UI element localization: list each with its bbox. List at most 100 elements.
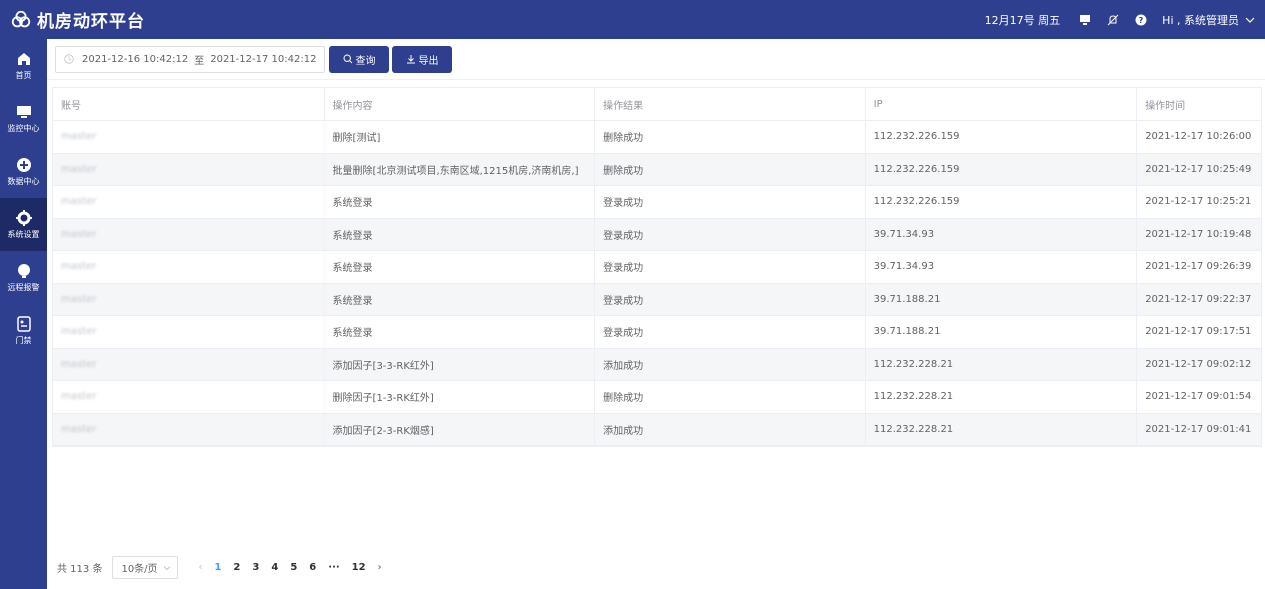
ip-cell: 39.71.34.93 [866, 251, 1138, 283]
download-icon [406, 55, 415, 64]
column-header: 账号 [53, 88, 325, 120]
column-header: IP [866, 88, 1138, 120]
pagination: 共 113 条 10条/页 ‹ 1 2 3 4 5 6 ··· 12 › [57, 556, 388, 579]
help-icon[interactable]: ? [1134, 13, 1148, 27]
result-cell: 删除成功 [595, 381, 866, 413]
result-cell: 登录成功 [595, 316, 866, 348]
page-number[interactable]: ··· [328, 562, 339, 573]
operation-cell: 系统登录 [325, 316, 596, 348]
time-cell: 2021-12-17 10:25:49 [1145, 163, 1252, 175]
export-button[interactable]: 导出 [392, 45, 452, 73]
operation-cell: 删除因子[1-3-RK红外] [325, 381, 596, 413]
page-number[interactable]: 3 [252, 562, 259, 573]
sidebar-item-label: 远程报警 [7, 282, 40, 292]
time-cell: 2021-12-17 09:01:41 [1145, 423, 1252, 435]
table-row: master 添加因子[3-3-RK红外] 添加成功 112.232.228.21 20… [53, 348, 1261, 381]
page-number[interactable]: 5 [290, 562, 297, 573]
gear-icon [15, 209, 32, 226]
logo: 机房动环平台 [0, 7, 200, 32]
toolbar: 2021-12-16 10:42:12 至 2021-12-17 10:42:1… [47, 39, 1265, 80]
table-row: master 删除[测试] 删除成功 112.232.226.159 2021-12-1… [53, 121, 1261, 154]
total-count: 共 113 条 [57, 564, 103, 575]
time-cell: 2021-12-17 10:26:00 [1145, 131, 1252, 143]
screen-icon[interactable] [1078, 13, 1092, 27]
top-bar: 机房动环平台 12月17号 周五 ? Hi , 系统管理员 [0, 0, 1265, 39]
operation-cell: 添加因子[3-3-RK红外] [325, 348, 596, 380]
sidebar-item-monitor[interactable]: 监控中心 [0, 92, 47, 145]
search-icon [342, 54, 352, 64]
table-row: master 系统登录 登录成功 39.71.34.93 2021-12-17 09:2… [53, 251, 1261, 284]
next-page-button[interactable]: › [378, 562, 382, 573]
result-cell: 登录成功 [595, 283, 866, 315]
result-cell: 登录成功 [595, 218, 866, 250]
account-cell: master [53, 121, 325, 153]
account-cell: master [53, 348, 325, 380]
account-cell: master [53, 283, 325, 315]
operation-cell: 系统登录 [325, 218, 596, 250]
result-cell: 删除成功 [595, 121, 866, 153]
sidebar-item-label: 监控中心 [7, 123, 40, 133]
alarm-icon [17, 263, 30, 278]
sidebar-item-data[interactable]: 数据中心 [0, 145, 47, 198]
account-cell: master [53, 413, 325, 445]
ip-cell: 112.232.228.21 [866, 413, 1138, 445]
time-cell: 2021-12-17 09:01:54 [1145, 391, 1252, 403]
sidebar-item-home[interactable]: 首页 [0, 39, 47, 92]
ip-cell: 112.232.228.21 [866, 381, 1138, 413]
start-date[interactable]: 2021-12-16 10:42:12 [82, 54, 188, 65]
sidebar-item-settings[interactable]: 系统设置 [0, 198, 47, 251]
time-cell: 2021-12-17 10:25:21 [1145, 196, 1252, 208]
page-number[interactable]: 1 [214, 562, 221, 573]
operation-cell: 系统登录 [325, 251, 596, 283]
page-number[interactable]: 12 [352, 562, 366, 573]
account-cell: master [53, 218, 325, 250]
user-menu[interactable]: Hi , 系统管理员 [1162, 12, 1255, 28]
time-cell: 2021-12-17 09:26:39 [1145, 261, 1252, 273]
monitor-icon [16, 105, 31, 118]
table-row: master 删除因子[1-3-RK红外] 删除成功 112.232.228.21 20… [53, 381, 1261, 414]
log-table: 账号 操作内容 操作结果 IP 操作时间 master 删除[测试] 删除成功 112… [52, 87, 1262, 447]
account-cell: master [53, 381, 325, 413]
account-cell: master [53, 316, 325, 348]
app-title: 机房动环平台 [37, 12, 145, 32]
table-row: master 系统登录 登录成功 112.232.226.159 2021-12-17 … [53, 186, 1261, 219]
time-cell: 2021-12-17 10:19:48 [1145, 228, 1252, 240]
date-range-picker[interactable]: 2021-12-16 10:42:12 至 2021-12-17 10:42:1… [55, 45, 325, 73]
result-cell: 删除成功 [595, 153, 866, 185]
sidebar-item-label: 数据中心 [7, 176, 40, 186]
table-row: master 批量删除[北京测试项目,东南区域,1215机房,济南机房,] 删除成功… [53, 153, 1261, 186]
operation-cell: 批量删除[北京测试项目,东南区域,1215机房,济南机房,] [325, 153, 596, 185]
sidebar-item-alarm[interactable]: 远程报警 [0, 251, 47, 304]
column-header: 操作结果 [595, 88, 866, 120]
query-button[interactable]: 查询 [329, 45, 389, 73]
door-icon [16, 315, 31, 332]
sidebar-item-label: 门禁 [15, 335, 32, 345]
sidebar-item-door[interactable]: 门禁 [0, 304, 47, 357]
page-list: 1 2 3 4 5 6 ··· 12 [208, 562, 371, 573]
bell-off-icon[interactable] [1106, 13, 1120, 27]
export-label: 导出 [418, 55, 439, 67]
table-row: master 添加因子[2-3-RK烟感] 添加成功 112.232.228.21 20… [53, 413, 1261, 446]
prev-page-button[interactable]: ‹ [198, 562, 202, 573]
query-label: 查询 [355, 55, 376, 67]
operation-cell: 系统登录 [325, 186, 596, 218]
main-content: 2021-12-16 10:42:12 至 2021-12-17 10:42:1… [47, 39, 1265, 589]
result-cell: 添加成功 [595, 348, 866, 380]
ip-cell: 39.71.188.21 [866, 283, 1138, 315]
time-cell: 2021-12-17 09:02:12 [1145, 358, 1252, 370]
page-size-select[interactable]: 10条/页 [112, 556, 179, 579]
operation-cell: 添加因子[2-3-RK烟感] [325, 413, 596, 445]
ip-cell: 112.232.226.159 [866, 121, 1138, 153]
user-name: Hi , 系统管理员 [1162, 13, 1239, 27]
table-row: master 系统登录 登录成功 39.71.188.21 2021-12-17 09:… [53, 283, 1261, 316]
page-number[interactable]: 2 [233, 562, 240, 573]
clock-icon [64, 54, 74, 64]
data-icon [16, 157, 31, 172]
end-date[interactable]: 2021-12-17 10:42:12 [210, 54, 316, 65]
table-header: 账号 操作内容 操作结果 IP 操作时间 [53, 88, 1261, 121]
table-row: master 系统登录 登录成功 39.71.188.21 2021-12-17 09:… [53, 316, 1261, 349]
page-number[interactable]: 4 [271, 562, 278, 573]
home-icon [17, 52, 30, 65]
sidebar: 首页 监控中心 数据中心 系统设置 远程报警 门禁 [0, 39, 47, 589]
page-number[interactable]: 6 [309, 562, 316, 573]
